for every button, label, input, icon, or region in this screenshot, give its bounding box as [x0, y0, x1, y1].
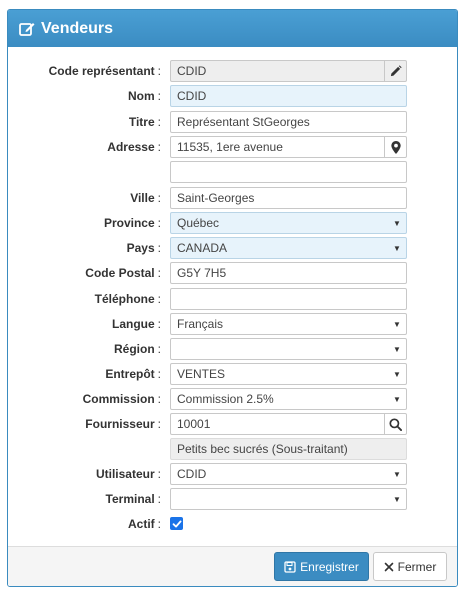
caret-down-icon: ▼: [393, 370, 401, 379]
entrepot-select[interactable]: VENTES ▼: [170, 363, 407, 385]
map-marker-icon: [390, 140, 401, 154]
commission-value: Commission 2.5%: [177, 392, 274, 406]
map-button[interactable]: [385, 136, 407, 158]
label-code-postal: Code Postal:: [85, 266, 161, 280]
close-label: Fermer: [397, 559, 437, 574]
label-adresse: Adresse:: [107, 140, 161, 154]
caret-down-icon: ▼: [393, 395, 401, 404]
panel-header: Vendeurs: [8, 10, 457, 47]
save-button[interactable]: Enregistrer: [274, 552, 369, 581]
caret-down-icon: ▼: [393, 219, 401, 228]
label-terminal: Terminal:: [105, 492, 161, 506]
label-pays: Pays:: [126, 241, 161, 255]
row-entrepot: Entrepôt: VENTES ▼: [8, 363, 457, 385]
terminal-select[interactable]: ▼: [170, 488, 407, 510]
edit-icon: [19, 21, 35, 37]
province-value: Québec: [177, 216, 220, 230]
titre-input[interactable]: Représentant StGeorges: [170, 111, 407, 133]
label-utilisateur: Utilisateur:: [95, 467, 161, 481]
langue-select[interactable]: Français ▼: [170, 313, 407, 335]
actif-checkbox[interactable]: [170, 517, 183, 530]
row-adresse-2: [8, 161, 457, 183]
row-fournisseur-desc: Petits bec sucrés (Sous-traitant): [8, 438, 457, 460]
close-button[interactable]: Fermer: [373, 552, 447, 581]
row-commission: Commission: Commission 2.5% ▼: [8, 388, 457, 410]
telephone-input[interactable]: [170, 288, 407, 310]
row-langue: Langue: Français ▼: [8, 313, 457, 335]
row-fournisseur: Fournisseur: 10001: [8, 413, 457, 435]
form-body: Code représentant: CDID Nom: CDID Titre:…: [8, 47, 457, 547]
caret-down-icon: ▼: [393, 345, 401, 354]
label-actif: Actif:: [127, 517, 161, 531]
row-nom: Nom: CDID: [8, 85, 457, 107]
row-telephone: Téléphone:: [8, 288, 457, 310]
close-icon: [384, 562, 393, 571]
region-select[interactable]: ▼: [170, 338, 407, 360]
save-label: Enregistrer: [300, 559, 359, 574]
fournisseur-input[interactable]: 10001: [170, 413, 385, 435]
row-titre: Titre: Représentant StGeorges: [8, 111, 457, 133]
row-adresse: Adresse: 11535, 1ere avenue: [8, 136, 457, 158]
row-pays: Pays: CANADA ▼: [8, 237, 457, 259]
caret-down-icon: ▼: [393, 244, 401, 253]
label-titre: Titre:: [128, 115, 161, 129]
row-actif: Actif:: [8, 513, 457, 535]
save-icon: [284, 560, 296, 573]
label-ville: Ville:: [130, 191, 161, 205]
adresse-input[interactable]: 11535, 1ere avenue: [170, 136, 385, 158]
row-code: Code représentant: CDID: [8, 60, 457, 82]
label-region: Région:: [113, 342, 161, 356]
vendeurs-panel: Vendeurs Code représentant: CDID Nom: CD…: [7, 9, 458, 587]
province-select[interactable]: Québec ▼: [170, 212, 407, 234]
row-region: Région: ▼: [8, 338, 457, 360]
commission-select[interactable]: Commission 2.5% ▼: [170, 388, 407, 410]
pays-value: CANADA: [177, 241, 228, 255]
row-utilisateur: Utilisateur: CDID ▼: [8, 463, 457, 485]
code-field[interactable]: CDID: [170, 60, 385, 82]
label-langue: Langue:: [111, 317, 161, 331]
entrepot-value: VENTES: [177, 367, 226, 381]
ville-input[interactable]: Saint-Georges: [170, 187, 407, 209]
search-fournisseur-button[interactable]: [385, 413, 407, 435]
label-telephone: Téléphone:: [94, 292, 161, 306]
utilisateur-value: CDID: [177, 467, 207, 481]
row-ville: Ville: Saint-Georges: [8, 187, 457, 209]
panel-title: Vendeurs: [41, 19, 114, 37]
pencil-icon: [390, 64, 402, 76]
row-province: Province: Québec ▼: [8, 212, 457, 234]
label-code: Code représentant:: [48, 64, 161, 78]
nom-input[interactable]: CDID: [170, 85, 407, 107]
code-postal-input[interactable]: G5Y 7H5: [170, 262, 407, 284]
panel-footer: Enregistrer Fermer: [8, 546, 457, 586]
label-commission: Commission:: [82, 392, 161, 406]
row-code-postal: Code Postal: G5Y 7H5: [8, 262, 457, 284]
label-province: Province:: [103, 216, 161, 230]
caret-down-icon: ▼: [393, 320, 401, 329]
caret-down-icon: ▼: [393, 470, 401, 479]
label-fournisseur: Fournisseur:: [85, 417, 161, 431]
label-entrepot: Entrepôt:: [105, 367, 161, 381]
edit-code-button[interactable]: [385, 60, 407, 82]
adresse-line2-input[interactable]: [170, 161, 407, 183]
search-icon: [389, 417, 402, 431]
pays-select[interactable]: CANADA ▼: [170, 237, 407, 259]
check-icon: [172, 520, 181, 527]
label-nom: Nom:: [127, 89, 161, 103]
row-terminal: Terminal: ▼: [8, 488, 457, 510]
langue-value: Français: [177, 317, 224, 331]
caret-down-icon: ▼: [393, 495, 401, 504]
utilisateur-select[interactable]: CDID ▼: [170, 463, 407, 485]
fournisseur-description: Petits bec sucrés (Sous-traitant): [170, 438, 407, 460]
